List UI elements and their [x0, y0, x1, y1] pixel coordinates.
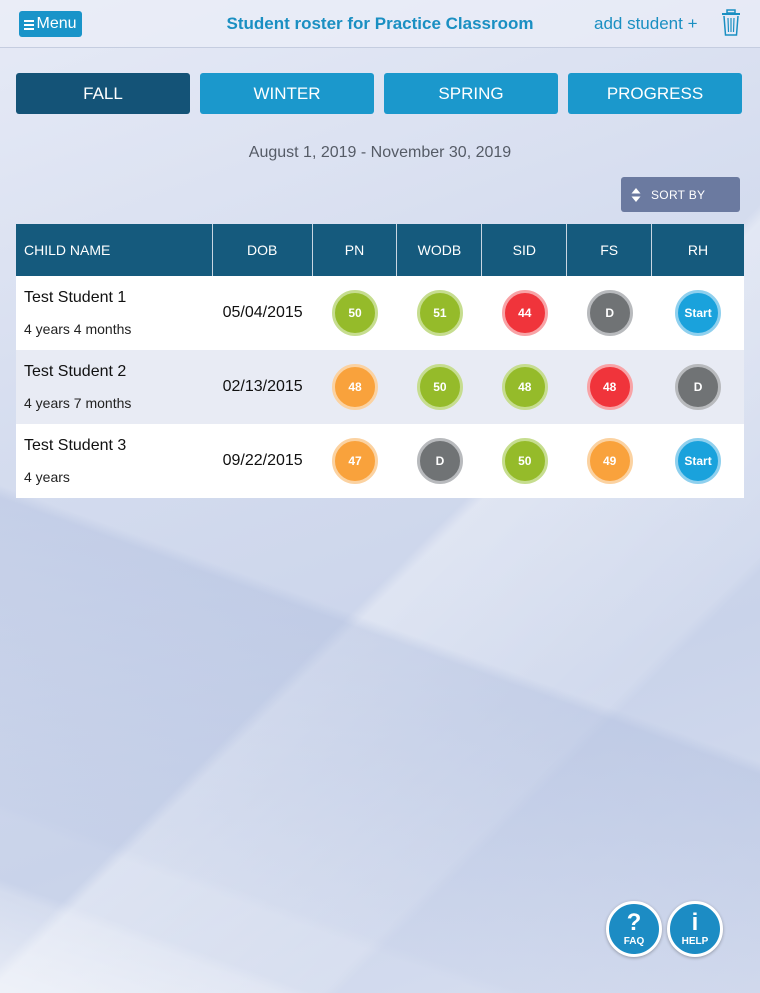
faq-label: FAQ [623, 935, 645, 947]
tab-fall[interactable]: FALL [16, 73, 190, 114]
sort-arrows-icon [631, 187, 641, 202]
add-student-link[interactable]: add student + [594, 14, 698, 34]
score-cell-fs: 49 [567, 424, 652, 498]
score-cell-rh: D [652, 350, 744, 424]
column-header-pn: PN [313, 224, 398, 276]
score-cell-fs: D [567, 276, 652, 350]
sort-by-label: SORT BY [651, 187, 706, 202]
top-bar: Menu Student roster for Practice Classro… [0, 0, 760, 48]
faq-button[interactable]: ? FAQ [606, 901, 662, 957]
table-header: CHILD NAME DOB PN WODB SID FS RH [16, 224, 744, 276]
date-range: August 1, 2019 - November 30, 2019 [248, 144, 512, 161]
score-cell-rh: Start [652, 276, 744, 350]
student-age: 4 years [24, 469, 70, 485]
score-cell-sid: 44 [482, 276, 567, 350]
start-assessment-button[interactable]: Start [675, 438, 722, 484]
student-name: Test Student 2 [24, 363, 127, 380]
score-badge[interactable]: 50 [332, 290, 379, 336]
table-row[interactable]: Test Student 3 4 years 09/22/2015 47 D 5… [16, 424, 744, 498]
dob-cell: 09/22/2015 [213, 424, 313, 498]
info-icon: i [691, 908, 699, 936]
student-name: Test Student 3 [24, 437, 127, 454]
score-cell-rh: Start [652, 424, 744, 498]
help-label: HELP [681, 935, 709, 947]
dob-cell: 02/13/2015 [213, 350, 313, 424]
sort-by-button[interactable]: SORT BY [621, 177, 740, 212]
score-cell-wodb: 51 [397, 276, 482, 350]
score-badge[interactable]: 50 [416, 364, 463, 410]
column-header-child-name: CHILD NAME [16, 224, 213, 276]
score-badge[interactable]: D [416, 438, 463, 484]
tab-progress[interactable]: PROGRESS [568, 73, 742, 114]
score-cell-sid: 50 [482, 424, 567, 498]
column-header-sid: SID [482, 224, 568, 276]
trash-icon[interactable] [721, 9, 741, 37]
score-cell-pn: 47 [313, 424, 398, 498]
score-badge[interactable]: D [586, 290, 633, 336]
dob-value: 02/13/2015 [222, 378, 303, 395]
column-header-rh: RH [687, 242, 709, 258]
column-header-dob: DOB [213, 224, 313, 276]
score-badge[interactable]: 48 [586, 364, 633, 410]
dob-value: 09/22/2015 [222, 452, 303, 469]
score-cell-fs: 48 [567, 350, 652, 424]
score-badge[interactable]: 50 [501, 438, 548, 484]
roster-table: CHILD NAME DOB PN WODB SID FS RH Test St… [16, 224, 744, 498]
score-cell-wodb: D [397, 424, 482, 498]
start-assessment-button[interactable]: Start [675, 290, 722, 336]
column-header-fs: FS [567, 224, 653, 276]
help-button[interactable]: i HELP [667, 901, 723, 957]
student-age: 4 years 7 months [24, 395, 132, 411]
student-name: Test Student 1 [24, 289, 127, 306]
student-age: 4 years 4 months [24, 321, 132, 337]
score-cell-pn: 50 [313, 276, 398, 350]
score-badge[interactable]: D [675, 364, 722, 410]
table-row[interactable]: Test Student 1 4 years 4 months 05/04/20… [16, 276, 744, 350]
score-cell-pn: 48 [313, 350, 398, 424]
score-badge[interactable]: 48 [501, 364, 548, 410]
tab-spring[interactable]: SPRING [384, 73, 558, 114]
score-badge[interactable]: 47 [332, 438, 379, 484]
table-row[interactable]: Test Student 2 4 years 7 months 02/13/20… [16, 350, 744, 424]
dob-cell: 05/04/2015 [213, 276, 313, 350]
child-name-cell: Test Student 1 4 years 4 months [16, 276, 213, 350]
score-cell-wodb: 50 [397, 350, 482, 424]
score-badge[interactable]: 51 [416, 290, 463, 336]
dob-value: 05/04/2015 [222, 304, 303, 321]
tab-winter[interactable]: WINTER [200, 73, 374, 114]
score-cell-sid: 48 [482, 350, 567, 424]
score-badge[interactable]: 44 [501, 290, 548, 336]
score-badge[interactable]: 49 [586, 438, 633, 484]
question-mark-icon: ? [626, 908, 642, 936]
column-header-wodb: WODB [397, 224, 483, 276]
child-name-cell: Test Student 3 4 years [16, 424, 213, 498]
child-name-cell: Test Student 2 4 years 7 months [16, 350, 213, 424]
score-badge[interactable]: 48 [332, 364, 379, 410]
